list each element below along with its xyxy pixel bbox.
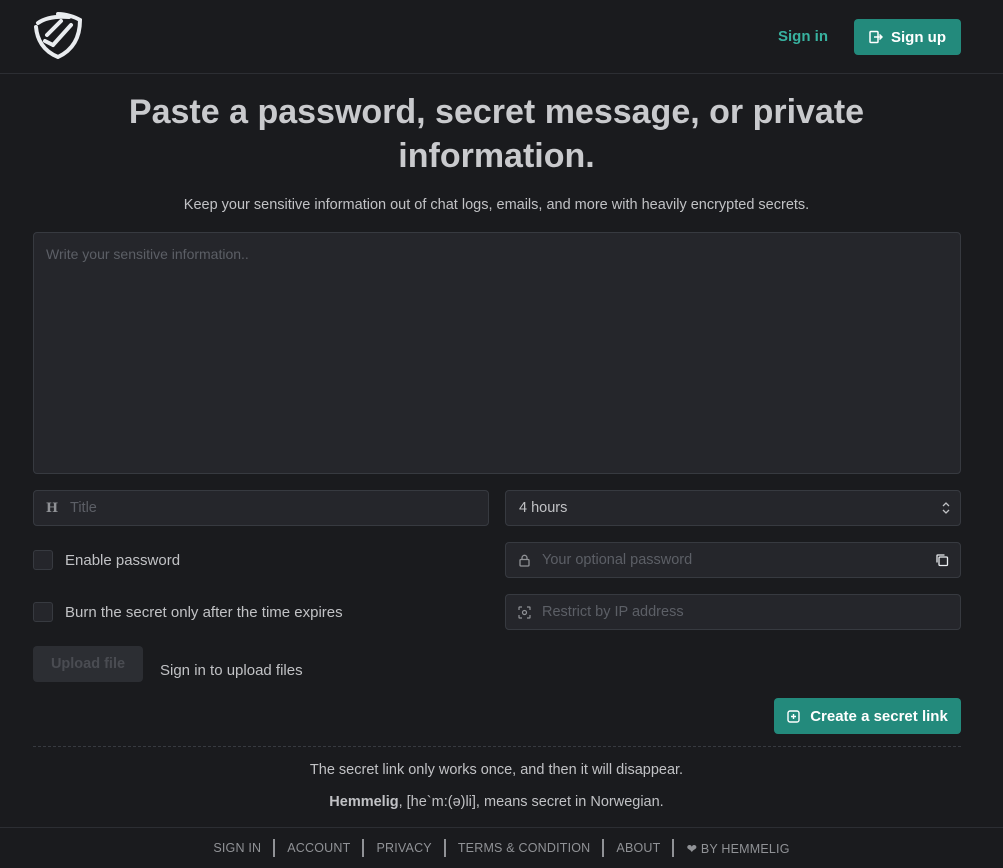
divider (33, 746, 961, 747)
secret-textarea[interactable]: Write your sensitive information.. (33, 232, 961, 474)
chevron-up-down-icon (942, 502, 950, 514)
enable-password-row[interactable]: Enable password (33, 550, 180, 570)
upload-file-button[interactable]: Upload file (33, 646, 143, 682)
brand-note: Hemmelig, [he`m:(ə)li], means secret in … (0, 794, 993, 810)
one-time-note: The secret link only works once, and the… (309, 762, 684, 778)
create-secret-link-button[interactable]: Create a secret link (774, 698, 961, 734)
footer-link-sign-in[interactable]: SIGN IN (213, 841, 261, 855)
hemmelig-logo-icon[interactable] (33, 11, 83, 59)
ip-restriction-input[interactable]: Restrict by IP address (505, 594, 961, 630)
heading-icon: H (45, 500, 59, 516)
top-header: Sign in Sign up (0, 0, 1003, 74)
footer-separator (672, 839, 675, 857)
page-subtitle: Keep your sensitive information out of c… (183, 197, 810, 213)
login-icon (869, 30, 883, 44)
title-placeholder: Title (70, 500, 97, 516)
square-plus-icon (787, 709, 800, 723)
password-input[interactable]: Your optional password (505, 542, 961, 578)
ip-placeholder: Restrict by IP address (542, 604, 684, 620)
expiration-value: 4 hours (519, 500, 568, 516)
footer-separator (273, 839, 276, 857)
brand-name: Hemmelig (329, 794, 399, 810)
footer-separator (362, 839, 365, 857)
enable-password-label: Enable password (65, 551, 181, 569)
heart-icon: ❤ (686, 841, 698, 856)
expiration-select[interactable]: 4 hours (505, 490, 961, 526)
copy-icon[interactable] (935, 553, 949, 567)
burn-after-time-row[interactable]: Burn the secret only after the time expi… (33, 602, 343, 622)
footer-link-terms[interactable]: TERMS & CONDITION (458, 841, 591, 855)
focus-scan-icon (506, 595, 542, 629)
enable-password-checkbox[interactable] (33, 550, 53, 570)
create-secret-link-label: Create a secret link (810, 707, 948, 725)
footer-link-privacy[interactable]: PRIVACY (376, 841, 431, 855)
password-placeholder: Your optional password (542, 552, 693, 568)
lock-icon (506, 543, 542, 577)
title-input[interactable]: H Title (33, 490, 489, 526)
sign-up-label: Sign up (891, 28, 946, 46)
upload-hint: Sign in to upload files (160, 662, 303, 679)
sign-in-link[interactable]: Sign in (778, 28, 828, 45)
burn-after-time-label: Burn the secret only after the time expi… (65, 603, 343, 621)
page-title: Paste a password, secret message, or pri… (128, 93, 865, 175)
footer-link-by-hemmelig[interactable]: ❤ BY HEMMELIG (686, 841, 789, 856)
footer-link-account[interactable]: ACCOUNT (287, 841, 350, 855)
footer-by-label: BY HEMMELIG (700, 841, 790, 856)
secret-placeholder: Write your sensitive information.. (46, 246, 249, 262)
footer-link-about[interactable]: ABOUT (616, 841, 660, 855)
brand-pronunciation: , [he`m:(ə)li], means secret in Norwegia… (398, 794, 664, 810)
sign-up-button[interactable]: Sign up (854, 19, 961, 55)
footer-separator (602, 839, 605, 857)
footer-separator (443, 839, 446, 857)
burn-after-time-checkbox[interactable] (33, 602, 53, 622)
footer-nav: SIGN IN ACCOUNT PRIVACY TERMS & CONDITIO… (0, 827, 1003, 868)
